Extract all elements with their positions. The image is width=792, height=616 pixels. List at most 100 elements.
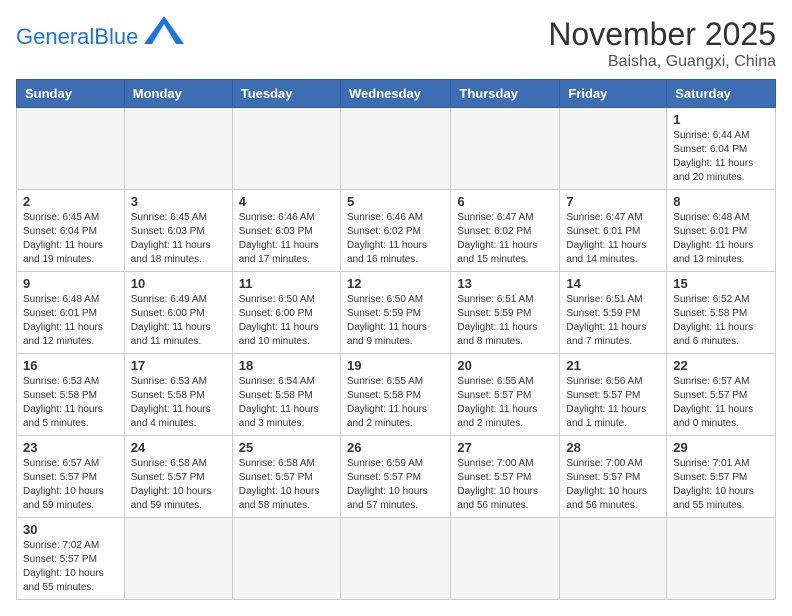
calendar-week-1: 1 Sunrise: 6:44 AM Sunset: 6:04 PM Daylig… bbox=[17, 108, 776, 190]
calendar-cell bbox=[560, 108, 667, 190]
day-info: Sunrise: 6:57 AM Sunset: 5:57 PM Dayligh… bbox=[23, 457, 118, 513]
calendar-cell: 26 Sunrise: 6:59 AM Sunset: 5:57 PM Dayli… bbox=[340, 436, 450, 518]
calendar-cell: 24 Sunrise: 6:58 AM Sunset: 5:57 PM Dayli… bbox=[124, 436, 232, 518]
month-title: November 2025 bbox=[548, 16, 776, 53]
calendar-cell: 27 Sunrise: 7:00 AM Sunset: 5:57 PM Dayli… bbox=[451, 436, 560, 518]
calendar-week-5: 23 Sunrise: 6:57 AM Sunset: 5:57 PM Dayli… bbox=[17, 436, 776, 518]
day-info: Sunrise: 7:00 AM Sunset: 5:57 PM Dayligh… bbox=[457, 457, 553, 513]
day-info: Sunrise: 6:52 AM Sunset: 5:58 PM Dayligh… bbox=[673, 293, 769, 349]
day-number: 25 bbox=[239, 440, 334, 455]
day-info: Sunrise: 6:46 AM Sunset: 6:03 PM Dayligh… bbox=[239, 211, 334, 267]
day-info: Sunrise: 7:00 AM Sunset: 5:57 PM Dayligh… bbox=[566, 457, 660, 513]
day-number: 23 bbox=[23, 440, 118, 455]
calendar-cell bbox=[232, 108, 340, 190]
calendar-cell: 19Sunrise: 6:55 AM Sunset: 5:58 PM Dayli… bbox=[340, 354, 450, 436]
day-number: 16 bbox=[23, 358, 118, 373]
day-info: Sunrise: 6:50 AM Sunset: 6:00 PM Dayligh… bbox=[239, 293, 334, 349]
calendar-cell: 25 Sunrise: 6:58 AM Sunset: 5:57 PM Dayli… bbox=[232, 436, 340, 518]
day-number: 4 bbox=[239, 194, 334, 209]
day-number: 2 bbox=[23, 194, 118, 209]
calendar-cell: 1 Sunrise: 6:44 AM Sunset: 6:04 PM Daylig… bbox=[667, 108, 776, 190]
day-number: 18 bbox=[239, 358, 334, 373]
calendar-table: SundayMondayTuesdayWednesdayThursdayFrid… bbox=[16, 79, 776, 600]
day-info: Sunrise: 6:44 AM Sunset: 6:04 PM Dayligh… bbox=[673, 129, 769, 185]
day-number: 6 bbox=[457, 194, 553, 209]
day-header-wednesday: Wednesday bbox=[340, 80, 450, 108]
day-info: Sunrise: 6:58 AM Sunset: 5:57 PM Dayligh… bbox=[131, 457, 226, 513]
calendar-cell: 10 Sunrise: 6:49 AM Sunset: 6:00 PM Dayli… bbox=[124, 272, 232, 354]
day-number: 15 bbox=[673, 276, 769, 291]
day-header-monday: Monday bbox=[124, 80, 232, 108]
day-number: 3 bbox=[131, 194, 226, 209]
day-number: 17 bbox=[131, 358, 226, 373]
logo-general: General bbox=[16, 24, 94, 49]
day-header-saturday: Saturday bbox=[667, 80, 776, 108]
day-info: Sunrise: 6:46 AM Sunset: 6:02 PM Dayligh… bbox=[347, 211, 444, 267]
day-header-friday: Friday bbox=[560, 80, 667, 108]
day-header-thursday: Thursday bbox=[451, 80, 560, 108]
calendar-cell: 12Sunrise: 6:50 AM Sunset: 5:59 PM Dayli… bbox=[340, 272, 450, 354]
day-info: Sunrise: 6:54 AM Sunset: 5:58 PM Dayligh… bbox=[239, 375, 334, 431]
day-number: 27 bbox=[457, 440, 553, 455]
calendar-cell bbox=[232, 518, 340, 600]
day-info: Sunrise: 6:51 AM Sunset: 5:59 PM Dayligh… bbox=[566, 293, 660, 349]
day-info: Sunrise: 7:01 AM Sunset: 5:57 PM Dayligh… bbox=[673, 457, 769, 513]
day-number: 30 bbox=[23, 522, 118, 537]
day-info: Sunrise: 6:59 AM Sunset: 5:57 PM Dayligh… bbox=[347, 457, 444, 513]
calendar-cell: 7Sunrise: 6:47 AM Sunset: 6:01 PM Daylig… bbox=[560, 190, 667, 272]
calendar-cell: 5Sunrise: 6:46 AM Sunset: 6:02 PM Daylig… bbox=[340, 190, 450, 272]
day-number: 24 bbox=[131, 440, 226, 455]
calendar-cell: 4 Sunrise: 6:46 AM Sunset: 6:03 PM Daylig… bbox=[232, 190, 340, 272]
day-number: 8 bbox=[673, 194, 769, 209]
calendar-cell bbox=[124, 108, 232, 190]
calendar-cell: 15 Sunrise: 6:52 AM Sunset: 5:58 PM Dayli… bbox=[667, 272, 776, 354]
location: Baisha, Guangxi, China bbox=[548, 53, 776, 71]
title-block: November 2025 Baisha, Guangxi, China bbox=[548, 16, 776, 71]
day-number: 26 bbox=[347, 440, 444, 455]
calendar-cell: 18 Sunrise: 6:54 AM Sunset: 5:58 PM Dayli… bbox=[232, 354, 340, 436]
day-info: Sunrise: 6:57 AM Sunset: 5:57 PM Dayligh… bbox=[673, 375, 769, 431]
day-number: 20 bbox=[457, 358, 553, 373]
day-number: 29 bbox=[673, 440, 769, 455]
day-info: Sunrise: 6:55 AM Sunset: 5:58 PM Dayligh… bbox=[347, 375, 444, 431]
day-number: 1 bbox=[673, 112, 769, 127]
calendar-cell bbox=[451, 108, 560, 190]
calendar-cell: 20 Sunrise: 6:55 AM Sunset: 5:57 PM Dayli… bbox=[451, 354, 560, 436]
calendar-cell: 6 Sunrise: 6:47 AM Sunset: 6:02 PM Daylig… bbox=[451, 190, 560, 272]
calendar-cell bbox=[340, 108, 450, 190]
day-info: Sunrise: 6:45 AM Sunset: 6:04 PM Dayligh… bbox=[23, 211, 118, 267]
day-info: Sunrise: 6:55 AM Sunset: 5:57 PM Dayligh… bbox=[457, 375, 553, 431]
calendar-cell: 22 Sunrise: 6:57 AM Sunset: 5:57 PM Dayli… bbox=[667, 354, 776, 436]
day-info: Sunrise: 6:47 AM Sunset: 6:01 PM Dayligh… bbox=[566, 211, 660, 267]
logo-text: GeneralBlue bbox=[16, 24, 144, 49]
day-info: Sunrise: 6:47 AM Sunset: 6:02 PM Dayligh… bbox=[457, 211, 553, 267]
day-number: 12 bbox=[347, 276, 444, 291]
day-number: 13 bbox=[457, 276, 553, 291]
calendar-week-6: 30 Sunrise: 7:02 AM Sunset: 5:57 PM Dayli… bbox=[17, 518, 776, 600]
day-info: Sunrise: 6:49 AM Sunset: 6:00 PM Dayligh… bbox=[131, 293, 226, 349]
day-header-sunday: Sunday bbox=[17, 80, 125, 108]
calendar-cell: 3Sunrise: 6:45 AM Sunset: 6:03 PM Daylig… bbox=[124, 190, 232, 272]
calendar-cell bbox=[340, 518, 450, 600]
calendar-cell: 16 Sunrise: 6:53 AM Sunset: 5:58 PM Dayli… bbox=[17, 354, 125, 436]
calendar-cell bbox=[124, 518, 232, 600]
calendar-cell bbox=[17, 108, 125, 190]
day-info: Sunrise: 6:58 AM Sunset: 5:57 PM Dayligh… bbox=[239, 457, 334, 513]
day-info: Sunrise: 6:48 AM Sunset: 6:01 PM Dayligh… bbox=[673, 211, 769, 267]
day-info: Sunrise: 6:53 AM Sunset: 5:58 PM Dayligh… bbox=[23, 375, 118, 431]
calendar-cell: 21Sunrise: 6:56 AM Sunset: 5:57 PM Dayli… bbox=[560, 354, 667, 436]
day-number: 14 bbox=[566, 276, 660, 291]
calendar-week-3: 9Sunrise: 6:48 AM Sunset: 6:01 PM Daylig… bbox=[17, 272, 776, 354]
logo: GeneralBlue bbox=[16, 16, 184, 49]
day-number: 21 bbox=[566, 358, 660, 373]
day-number: 10 bbox=[131, 276, 226, 291]
day-info: Sunrise: 6:53 AM Sunset: 5:58 PM Dayligh… bbox=[131, 375, 226, 431]
day-number: 22 bbox=[673, 358, 769, 373]
calendar-week-4: 16 Sunrise: 6:53 AM Sunset: 5:58 PM Dayli… bbox=[17, 354, 776, 436]
day-info: Sunrise: 7:02 AM Sunset: 5:57 PM Dayligh… bbox=[23, 539, 118, 595]
calendar-week-2: 2 Sunrise: 6:45 AM Sunset: 6:04 PM Daylig… bbox=[17, 190, 776, 272]
calendar-cell: 30 Sunrise: 7:02 AM Sunset: 5:57 PM Dayli… bbox=[17, 518, 125, 600]
calendar-cell bbox=[560, 518, 667, 600]
day-number: 28 bbox=[566, 440, 660, 455]
calendar-cell: 29 Sunrise: 7:01 AM Sunset: 5:57 PM Dayli… bbox=[667, 436, 776, 518]
